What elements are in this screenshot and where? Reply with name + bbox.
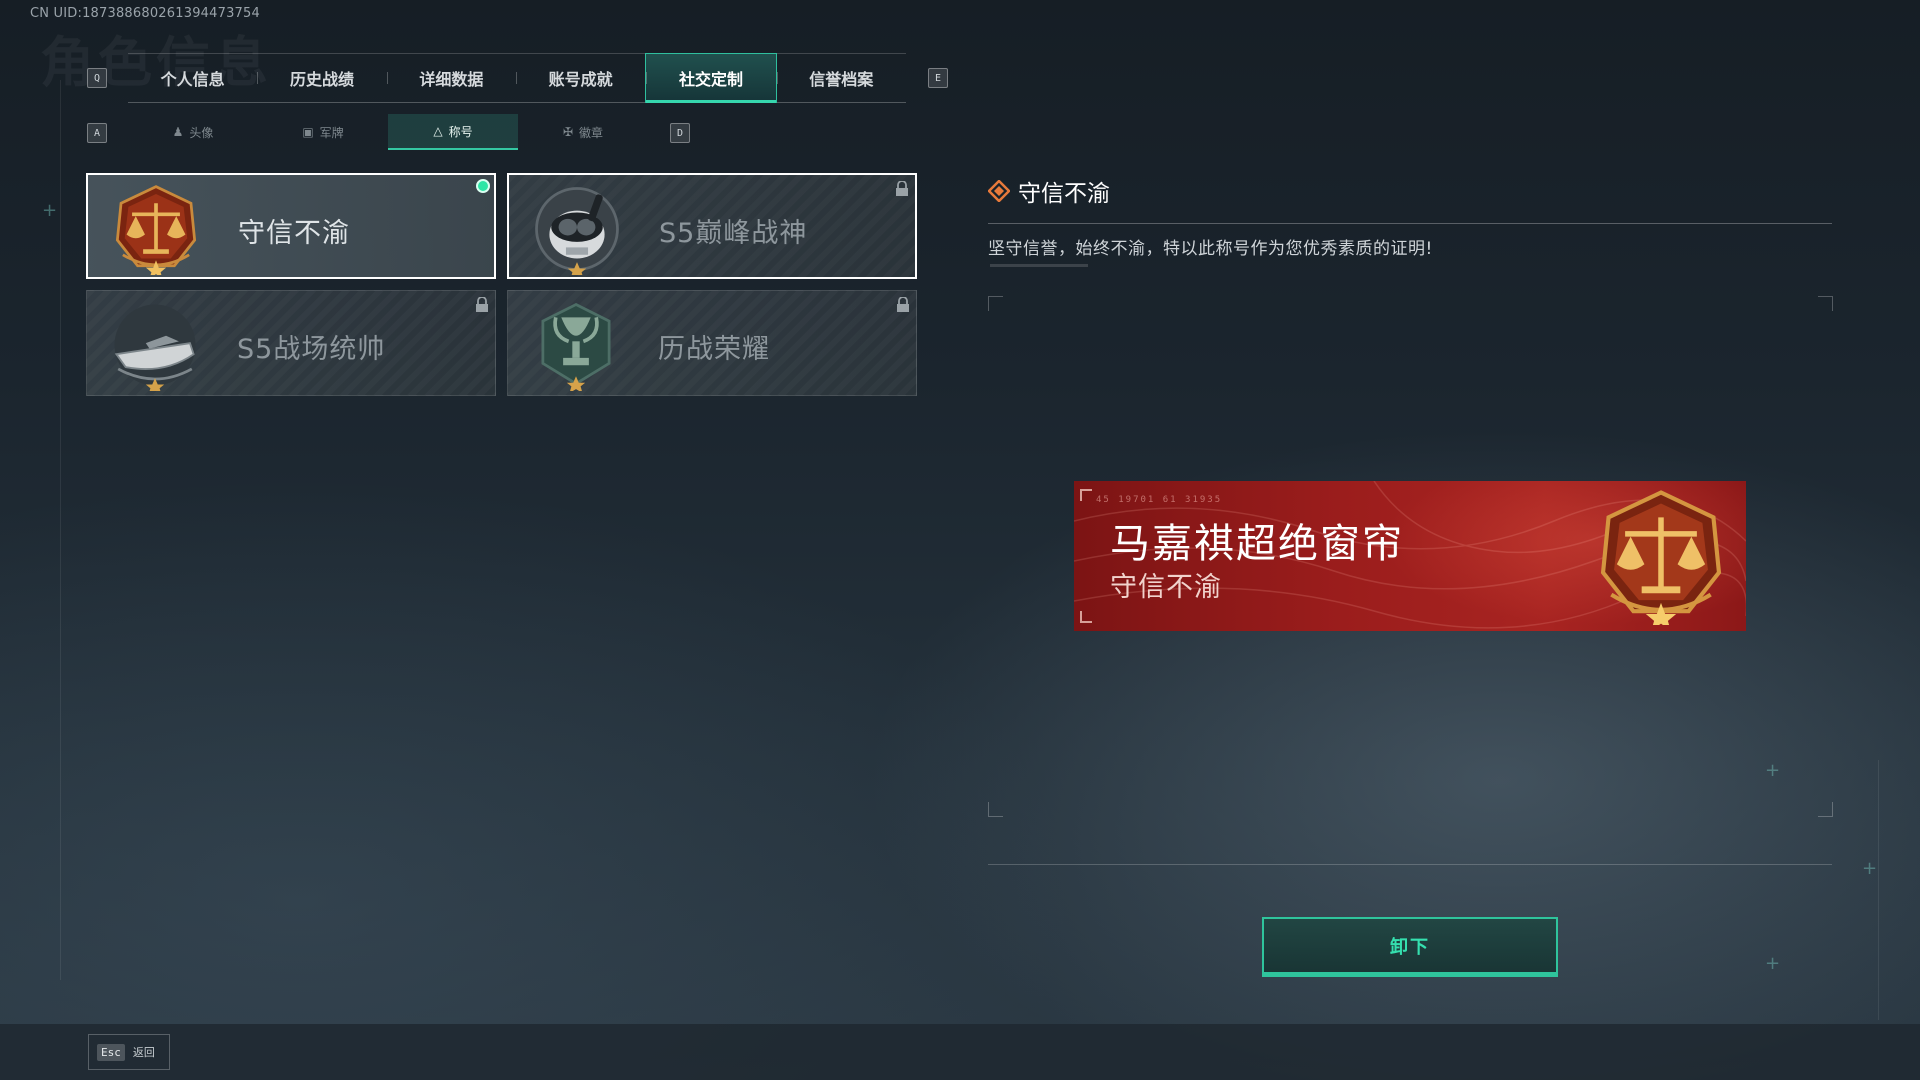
esc-key: Esc	[97, 1043, 125, 1061]
badge-icon: ✠	[562, 125, 574, 139]
subtab-label: 头像	[189, 125, 214, 140]
next-tab-key[interactable]: E	[928, 68, 948, 88]
subtab-badge[interactable]: ✠ 徽章	[518, 114, 648, 150]
plate-corner	[1080, 489, 1092, 501]
detail-description: 坚守信誉，始终不渝，特以此称号作为您优秀素质的证明!	[988, 239, 1433, 259]
subtab-label: 军牌	[319, 125, 344, 140]
unequip-button[interactable]: 卸下	[1262, 917, 1558, 977]
detail-title-text: 守信不渝	[1018, 181, 1110, 207]
subtab-avatar[interactable]: ♟ 头像	[128, 114, 258, 150]
frame-corner	[988, 296, 1003, 311]
nameplate-code-text: 45 19701 61 31935	[1096, 495, 1223, 505]
nameplate-player-name: 马嘉祺超绝窗帘	[1110, 521, 1404, 567]
decor-cross: +	[1862, 858, 1878, 879]
tab-achievements[interactable]: 账号成就	[515, 54, 645, 102]
decor-line	[1878, 760, 1879, 1020]
tab-social-customization[interactable]: 社交定制	[645, 53, 777, 103]
detail-bottom-divider	[988, 864, 1832, 865]
diver-skull-emblem-icon	[535, 187, 619, 275]
title-diamond-icon	[988, 180, 1010, 202]
decor-cross: +	[1765, 953, 1781, 974]
scales-emblem-icon	[115, 185, 197, 275]
frame-corner	[1818, 296, 1833, 311]
equipped-indicator	[476, 179, 490, 193]
title-card-name: 历战荣耀	[658, 334, 770, 365]
title-card-shouxin[interactable]: 守信不渝	[86, 173, 496, 279]
main-tab-bar: 个人信息 历史战绩 详细数据 账号成就 社交定制 信誉档案	[128, 53, 906, 103]
person-icon: ♟	[172, 125, 184, 139]
title-card-name: 守信不渝	[238, 218, 350, 249]
sub-tab-bar: ♟ 头像 ▣ 军牌 △ 称号 ✠ 徽章	[128, 114, 648, 150]
prev-subtab-key[interactable]: A	[87, 123, 107, 143]
title-card-name: S5巅峰战神	[659, 218, 808, 249]
scales-emblem-icon	[1600, 490, 1722, 625]
subtab-label: 称号	[448, 124, 473, 139]
tab-detailed-stats[interactable]: 详细数据	[386, 54, 516, 102]
next-subtab-key[interactable]: D	[670, 123, 690, 143]
frame-corner	[1818, 802, 1833, 817]
lock-icon	[476, 297, 488, 312]
prev-tab-key[interactable]: Q	[87, 68, 107, 88]
decor-cross: +	[1765, 760, 1781, 781]
nameplate-preview: 45 19701 61 31935 马嘉祺超绝窗帘 守信不渝	[1074, 481, 1746, 631]
trophy-emblem-icon	[541, 302, 611, 391]
nameplate-title: 守信不渝	[1110, 572, 1222, 603]
detail-title: 守信不渝	[988, 174, 1110, 208]
title-card-name: S5战场统帅	[237, 334, 386, 365]
dogtag-icon: ▣	[302, 125, 314, 139]
subtab-title[interactable]: △ 称号	[388, 114, 518, 150]
back-button[interactable]: Esc 返回	[88, 1034, 170, 1070]
decor-bar	[990, 264, 1088, 267]
subtab-label: 徽章	[579, 125, 604, 140]
subtab-dogtag[interactable]: ▣ 军牌	[258, 114, 388, 150]
title-card-battle-glory[interactable]: 历战荣耀	[507, 290, 917, 396]
back-label: 返回	[132, 1046, 155, 1059]
bottom-bar	[0, 1024, 1920, 1080]
title-card-s5-peak-god[interactable]: S5巅峰战神	[507, 173, 917, 279]
lock-icon	[897, 297, 909, 312]
title-icon: △	[433, 124, 443, 138]
decor-cross: +	[42, 200, 58, 221]
decor-line	[60, 80, 61, 980]
speedboat-emblem-icon	[114, 304, 196, 391]
detail-divider	[988, 223, 1832, 224]
frame-corner	[988, 802, 1003, 817]
title-card-s5-field-commander[interactable]: S5战场统帅	[86, 290, 496, 396]
tab-credit-record[interactable]: 信誉档案	[776, 54, 906, 102]
plate-corner	[1080, 611, 1092, 623]
tab-personal-info[interactable]: 个人信息	[128, 54, 257, 102]
lock-icon	[896, 181, 908, 196]
tab-match-history[interactable]: 历史战绩	[257, 54, 386, 102]
